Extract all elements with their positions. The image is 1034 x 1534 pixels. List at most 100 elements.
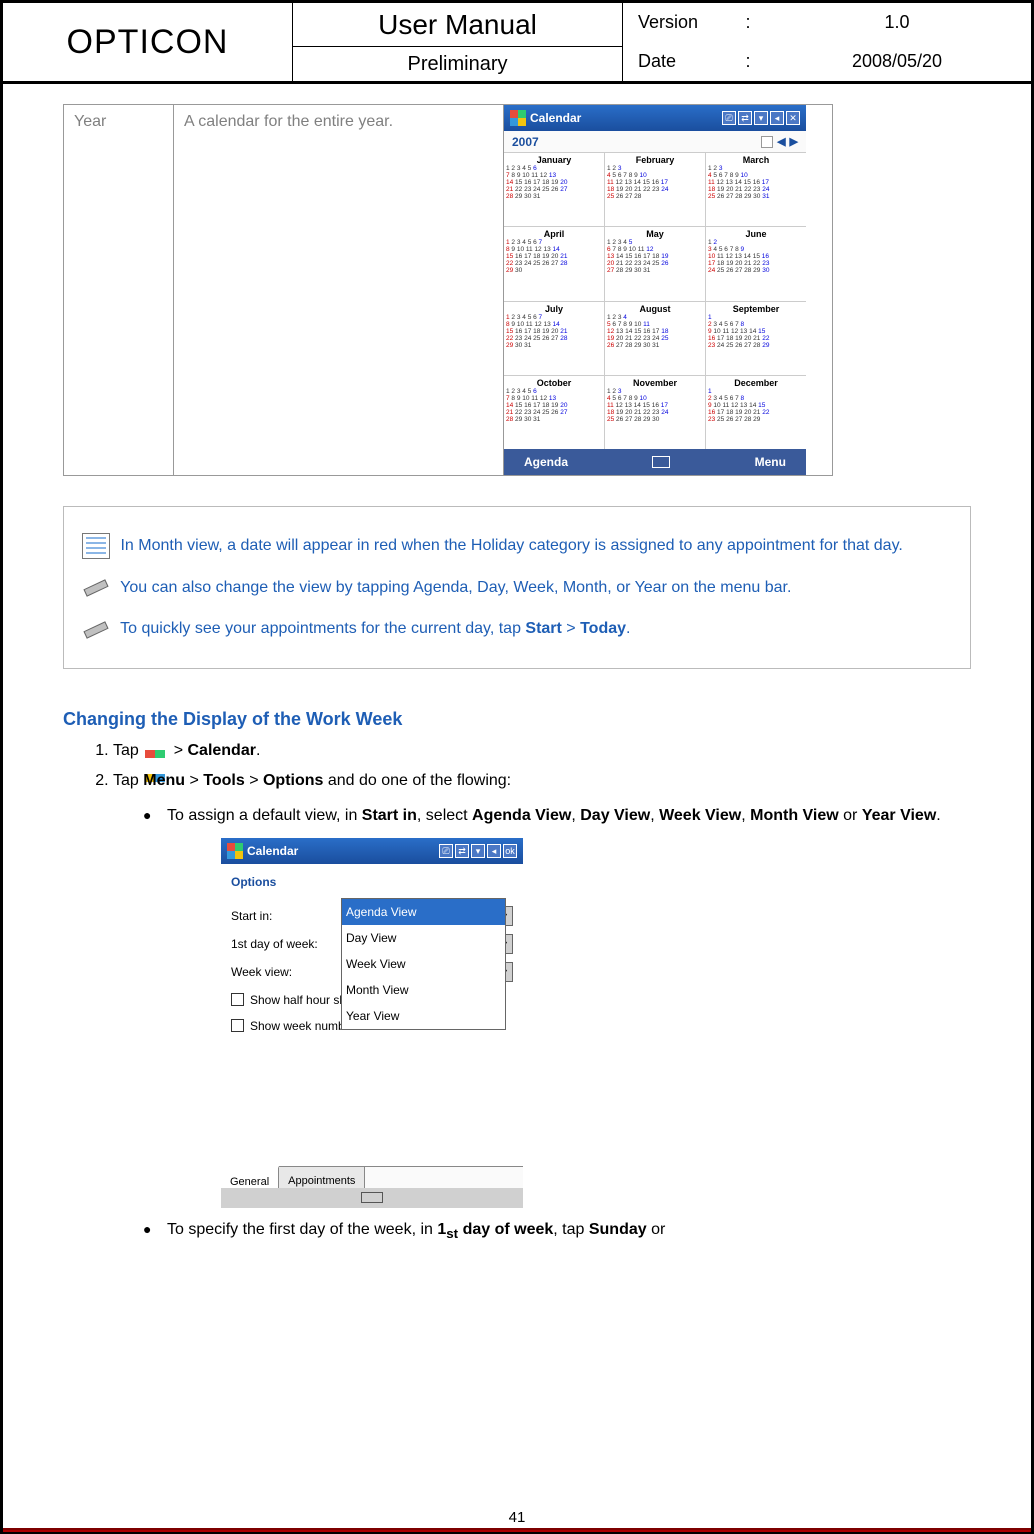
month-name: September: [708, 304, 804, 314]
note-icon: [82, 533, 110, 559]
dropdown-item[interactable]: Agenda View: [342, 899, 505, 925]
month-name: January: [506, 155, 602, 165]
month-name: May: [607, 229, 703, 239]
sub-text: To specify the first day of the week, in: [167, 1221, 437, 1238]
calendar-months-grid: January 1 2 3 4 5 67 8 9 10 11 12 1314 1…: [504, 153, 806, 449]
start-icon: [145, 742, 167, 760]
step-text: .: [256, 742, 260, 759]
sub-text: or: [839, 807, 862, 824]
startin-dropdown[interactable]: Agenda View Day View Week View Month Vie…: [341, 898, 506, 1030]
tray-icon[interactable]: ⇄: [455, 844, 469, 858]
today-icon[interactable]: [761, 136, 773, 148]
options-titlebar: Calendar ⎚ ⇄ ▾ ◂ ok: [221, 838, 523, 864]
dropdown-item[interactable]: Week View: [342, 951, 505, 977]
month-october[interactable]: October 1 2 3 4 5 67 8 9 10 11 12 1314 1…: [504, 376, 604, 449]
month-days: 1 2 3 4 5 67 8 9 10 11 12 1314 15 16 17 …: [506, 165, 602, 200]
sub-bold: Year View: [862, 807, 936, 824]
dropdown-item[interactable]: Day View: [342, 925, 505, 951]
step-text: and do one of the flowing:: [323, 772, 511, 789]
month-name: April: [506, 229, 602, 239]
tip-text: >: [562, 620, 580, 637]
month-name: December: [708, 378, 804, 388]
month-november[interactable]: November 1 2 34 5 6 7 8 9 1011 12 13 14 …: [605, 376, 705, 449]
month-name: February: [607, 155, 703, 165]
signal-icon[interactable]: ▾: [471, 844, 485, 858]
keyboard-icon[interactable]: [652, 456, 670, 468]
tab-general[interactable]: General: [221, 1166, 279, 1188]
month-name: August: [607, 304, 703, 314]
tip-line: To quickly see your appointments for the…: [82, 608, 952, 650]
checkbox-icon[interactable]: [231, 993, 244, 1006]
meta-label: Date: [623, 51, 733, 72]
month-april[interactable]: April1 2 3 4 5 6 78 9 10 11 12 13 1415 1…: [504, 227, 604, 300]
meta-value: 2008/05/20: [763, 51, 1031, 72]
sub-item: To assign a default view, in Start in, s…: [143, 797, 971, 1211]
page: OPTICON User Manual Preliminary Version …: [0, 0, 1034, 1534]
sub-bold: Agenda View: [472, 807, 571, 824]
sub-text: , tap: [553, 1221, 589, 1238]
month-july[interactable]: July1 2 3 4 5 6 78 9 10 11 12 13 1415 16…: [504, 302, 604, 375]
brand-cell: OPTICON: [3, 3, 293, 81]
windows-start-icon[interactable]: [510, 110, 526, 126]
month-name: June: [708, 229, 804, 239]
row-label: 1st day of week:: [231, 932, 341, 956]
sub-text: or: [647, 1221, 666, 1238]
table-row: Year A calendar for the entire year. Cal…: [64, 105, 833, 476]
meta-colon: :: [733, 51, 763, 72]
tab-appointments[interactable]: Appointments: [279, 1167, 365, 1188]
options-body: Options Start in: Agenda View ▼ Age: [221, 864, 523, 1166]
doc-subtitle: Preliminary: [293, 47, 622, 81]
keyboard-icon[interactable]: [361, 1192, 383, 1203]
options-title-text: Calendar: [247, 839, 435, 863]
title-cell: User Manual Preliminary: [293, 3, 623, 81]
month-may[interactable]: May 1 2 3 4 56 7 8 9 10 11 1213 14 15 16…: [605, 227, 705, 300]
sub-text: ,: [650, 807, 659, 824]
next-year-icon[interactable]: ▶: [790, 135, 798, 148]
sub-bold: Week View: [659, 807, 741, 824]
month-june[interactable]: June 1 23 4 5 6 7 8 910 11 12 13 14 15 1…: [706, 227, 806, 300]
step-bold: Options: [263, 772, 323, 789]
month-december[interactable]: December 12 3 4 5 6 7 89 10 11 12 13 14 …: [706, 376, 806, 449]
calendar-titlebar: Calendar ⎚ ⇄ ▾ ◂ ✕: [504, 105, 806, 131]
month-august[interactable]: August 1 2 3 45 6 7 8 9 10 1112 13 14 15…: [605, 302, 705, 375]
dropdown-item[interactable]: Month View: [342, 977, 505, 1003]
options-tabs: General Appointments: [221, 1166, 523, 1188]
checkbox-icon[interactable]: [231, 1019, 244, 1032]
month-march[interactable]: March 1 2 34 5 6 7 8 9 1011 12 13 14 15 …: [706, 153, 806, 226]
month-february[interactable]: February 1 2 34 5 6 7 8 9 1011 12 13 14 …: [605, 153, 705, 226]
step-1: Tap > Calendar.: [113, 736, 971, 766]
pencil-icon: [82, 574, 110, 600]
signal-icon[interactable]: ▾: [754, 111, 768, 125]
section-heading: Changing the Display of the Work Week: [63, 709, 971, 730]
calendar-year-label: 2007: [512, 135, 539, 149]
month-september[interactable]: September 12 3 4 5 6 7 89 10 11 12 13 14…: [706, 302, 806, 375]
month-name: July: [506, 304, 602, 314]
calendar-year-bar: 2007 ◀ ▶: [504, 131, 806, 153]
windows-start-icon[interactable]: [227, 843, 243, 859]
month-days: 1 2 34 5 6 7 8 9 1011 12 13 14 15 16 171…: [607, 388, 703, 423]
volume-icon[interactable]: ◂: [770, 111, 784, 125]
sub-text: ,: [571, 807, 580, 824]
menu-softkey[interactable]: Menu: [755, 455, 786, 469]
month-days: 1 2 3 4 5 67 8 9 10 11 12 1314 15 16 17 …: [506, 388, 602, 423]
calendar-bottombar: Agenda Menu: [504, 449, 806, 475]
agenda-softkey[interactable]: Agenda: [524, 455, 568, 469]
month-days: 12 3 4 5 6 7 89 10 11 12 13 14 1516 17 1…: [708, 314, 804, 349]
tray-icon[interactable]: ⎚: [722, 111, 736, 125]
ok-button[interactable]: ok: [503, 844, 517, 858]
month-days: 1 23 4 5 6 7 8 910 11 12 13 14 15 1617 1…: [708, 239, 804, 274]
prev-year-icon[interactable]: ◀: [777, 135, 785, 148]
pencil-icon: [82, 616, 110, 642]
options-bottombar: [221, 1188, 523, 1208]
tray-icon[interactable]: ⎚: [439, 844, 453, 858]
dropdown-item[interactable]: Year View: [342, 1003, 505, 1029]
sub-text: , select: [417, 807, 472, 824]
month-january[interactable]: January 1 2 3 4 5 67 8 9 10 11 12 1314 1…: [504, 153, 604, 226]
tray-icon[interactable]: ⇄: [738, 111, 752, 125]
volume-icon[interactable]: ◂: [487, 844, 501, 858]
calendar-options-screenshot: Calendar ⎚ ⇄ ▾ ◂ ok Options: [221, 838, 523, 1208]
step-text: Tap: [113, 742, 143, 759]
close-icon[interactable]: ✕: [786, 111, 800, 125]
sub-item: To specify the first day of the week, in…: [143, 1211, 971, 1251]
step-bold: Tools: [203, 772, 244, 789]
